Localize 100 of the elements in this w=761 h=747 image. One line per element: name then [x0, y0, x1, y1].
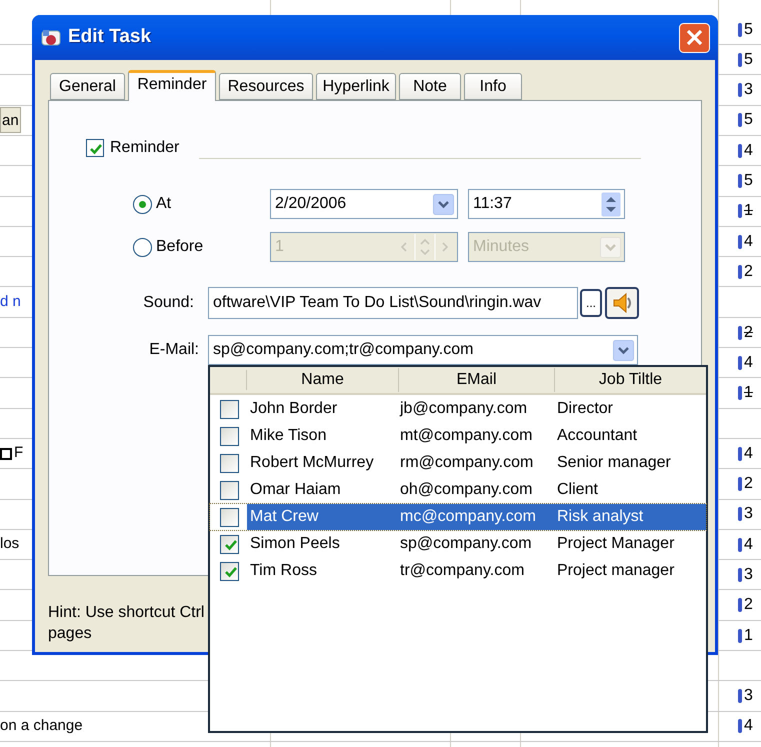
- marker-icon: [738, 477, 742, 491]
- list-row[interactable]: John Border jb@company.com Director: [210, 396, 706, 422]
- marker-icon: [738, 174, 742, 188]
- speaker-icon: [611, 291, 633, 315]
- cell-text: 3: [744, 564, 753, 585]
- tab[interactable]: Info: [464, 73, 522, 100]
- tab[interactable]: Resources: [219, 73, 313, 100]
- column-header[interactable]: Job Tiltle: [555, 368, 706, 392]
- radio-label: Before: [156, 237, 204, 257]
- cell-text: mt@company.com: [399, 426, 534, 446]
- cell-text: Director: [556, 399, 614, 419]
- hint-text: Hint: Use shortcut Ctrl: [48, 603, 206, 623]
- cell-text: 3: [744, 504, 753, 524]
- cell-text: 3: [744, 80, 753, 100]
- list-row[interactable]: Omar Haiam oh@company.com Client: [210, 477, 706, 503]
- cell-text: Mike Tison: [249, 426, 328, 446]
- radio-button[interactable]: [133, 194, 152, 214]
- cell-text: Accountant: [556, 426, 638, 446]
- checkbox[interactable]: [220, 562, 239, 580]
- cell-text: tr@company.com: [399, 561, 526, 581]
- list-row[interactable]: Mat Crew mc@company.com Risk analyst: [210, 504, 706, 530]
- list-row[interactable]: Mike Tison mt@company.com Accountant: [210, 423, 706, 449]
- cell-text: 4: [744, 716, 753, 736]
- cell-text: 4: [744, 140, 753, 161]
- hint-text: pages: [48, 624, 93, 644]
- checkbox[interactable]: [86, 139, 104, 157]
- radio-label: At: [156, 194, 172, 214]
- radio-button[interactable]: [133, 238, 152, 256]
- list-row[interactable]: Simon Peels sp@company.com Project Manager: [210, 531, 706, 557]
- marker-icon: [738, 113, 742, 128]
- field-label: E-Mail:: [148, 340, 199, 360]
- marker-icon: [738, 52, 742, 67]
- tab[interactable]: General: [50, 73, 125, 100]
- marker-icon: [738, 507, 742, 522]
- cell-text: Omar Haiam: [249, 480, 342, 500]
- browse-button[interactable]: ...: [580, 289, 602, 317]
- cell-text: Simon Peels: [249, 534, 341, 554]
- cell-text: 4: [744, 444, 753, 464]
- tab[interactable]: Reminder: [128, 70, 216, 101]
- spinner-icon[interactable]: [601, 192, 621, 216]
- cell-text: Project manager: [556, 561, 676, 581]
- marker-icon: [738, 538, 742, 552]
- cell-text: John Border: [249, 399, 338, 419]
- cell-text: Mat Crew: [247, 504, 399, 530]
- checkbox[interactable]: [220, 534, 239, 554]
- marker-icon: [738, 22, 742, 36]
- app-icon: [40, 28, 62, 48]
- cell-text: 5: [744, 171, 753, 191]
- marker-icon: [738, 264, 742, 279]
- checkbox[interactable]: [220, 426, 239, 446]
- window-title: Edit Task: [68, 25, 152, 50]
- checkbox[interactable]: [220, 508, 239, 526]
- marker-icon: [738, 628, 742, 642]
- cell-text: 2: [744, 474, 753, 494]
- marker-icon: [738, 598, 742, 612]
- marker-icon: [738, 446, 742, 461]
- column-header: an: [0, 107, 21, 134]
- cell-text: los: [0, 534, 20, 554]
- cell-text: 4: [744, 232, 753, 252]
- close-button[interactable]: [679, 22, 710, 52]
- marker-icon: [738, 234, 742, 249]
- cell-text: rm@company.com: [399, 453, 534, 473]
- tab[interactable]: Note: [399, 73, 461, 100]
- marker-icon: [738, 386, 742, 400]
- cell-text: sp@company.com: [399, 534, 533, 554]
- cell-text: 1: [744, 201, 753, 222]
- cell-text: 5: [744, 50, 753, 70]
- cell-text: oh@company.com: [399, 480, 534, 500]
- marker-icon: [738, 689, 742, 704]
- cell-text: 2: [744, 595, 753, 616]
- cell-text: Risk analyst: [555, 504, 706, 530]
- checkbox[interactable]: [0, 448, 12, 460]
- checkbox-label: Reminder: [110, 138, 180, 158]
- tab[interactable]: Hyperlink: [316, 73, 396, 100]
- cell-text: 5: [744, 110, 753, 130]
- cell-text: 2: [744, 262, 753, 282]
- email-dropdown[interactable]: sp@company.com;tr@company.com: [208, 335, 638, 365]
- marker-icon: [738, 568, 742, 582]
- sound-field[interactable]: oftware\VIP Team To Do List\Sound\ringin.wav: [208, 287, 578, 319]
- marker-icon: [738, 326, 742, 340]
- list-row[interactable]: Tim Ross tr@company.com Project manager: [210, 558, 706, 584]
- cell-text: 1: [744, 383, 753, 404]
- marker-icon: [738, 719, 742, 734]
- cell-text: 1: [744, 626, 753, 646]
- cell-text: 4: [744, 534, 753, 555]
- checkbox[interactable]: [220, 400, 239, 418]
- checkbox[interactable]: [220, 454, 239, 472]
- cell-text: 5: [744, 20, 753, 40]
- play-sound-button[interactable]: [605, 287, 639, 319]
- column-header[interactable]: Name: [247, 368, 399, 392]
- cell-text: Tim Ross: [249, 561, 318, 581]
- list-row[interactable]: Robert McMurrey rm@company.com Senior manager: [210, 450, 706, 476]
- marker-icon: [738, 356, 742, 370]
- cell-text: Robert McMurrey: [249, 453, 375, 473]
- cell-text: 4: [744, 352, 753, 373]
- checkbox[interactable]: [220, 480, 239, 500]
- column-header[interactable]: EMail: [399, 368, 555, 392]
- time-field[interactable]: 11:37: [468, 189, 625, 219]
- link-text[interactable]: d n: [0, 290, 21, 314]
- date-field[interactable]: 2/20/2006: [270, 189, 458, 219]
